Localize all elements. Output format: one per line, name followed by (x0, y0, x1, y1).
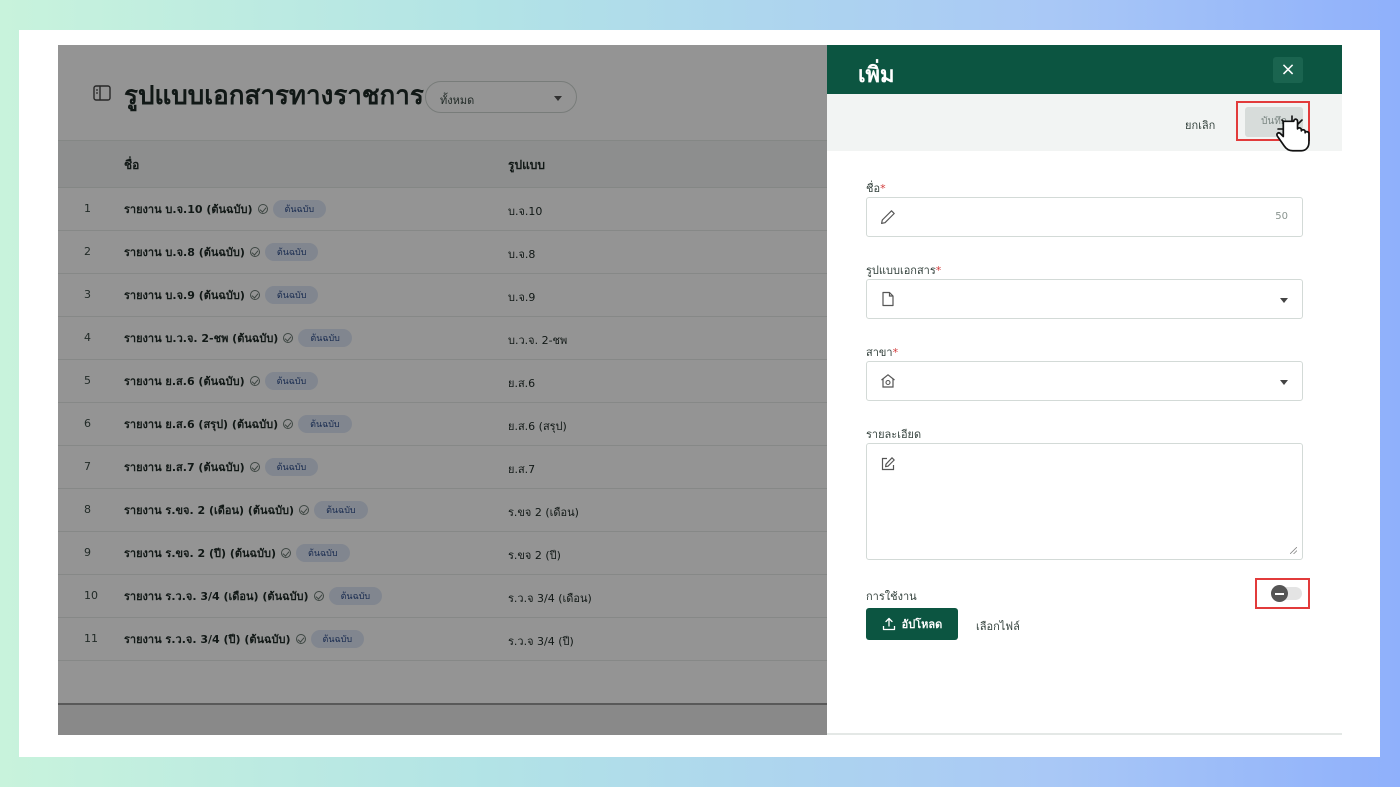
drawer-bottom-border (827, 733, 1342, 735)
branch-select[interactable] (866, 361, 1303, 401)
branch-label-text: สาขา (866, 346, 893, 359)
drawer-action-bar: ยกเลิก บันทึก (827, 94, 1342, 152)
choose-file-button[interactable]: เลือกไฟล์ (976, 617, 1020, 635)
chevron-down-icon (1280, 380, 1288, 385)
pencil-icon (881, 210, 895, 224)
cancel-button[interactable]: ยกเลิก (1185, 116, 1215, 134)
name-label-text: ชื่อ (866, 182, 881, 195)
app-screen: รูปแบบเอกสารทางราชการ ทั้งหมด ชื่อ รูปแบ… (58, 45, 1342, 735)
document-format-select[interactable] (866, 279, 1303, 319)
details-textarea[interactable] (866, 443, 1303, 560)
resize-grip-icon[interactable] (1290, 547, 1297, 554)
document-format-label-text: รูปแบบเอกสาร (866, 264, 936, 277)
document-icon (882, 291, 894, 307)
drawer-title: เพิ่ม (858, 63, 895, 88)
required-mark: * (880, 182, 886, 195)
details-field-label: รายละเอียด (866, 428, 922, 441)
close-icon: × (1280, 59, 1296, 80)
required-mark: * (892, 346, 899, 359)
character-counter: 50 (1275, 211, 1288, 222)
edit-icon (881, 457, 895, 471)
name-field[interactable]: 50 (866, 197, 1303, 237)
upload-button-label: อัปโหลด (901, 618, 943, 631)
modal-overlay[interactable] (58, 45, 828, 735)
required-mark: * (935, 264, 942, 277)
drawer-header: เพิ่ม × (827, 45, 1342, 94)
close-button[interactable]: × (1273, 57, 1303, 83)
hand-pointer-icon (1276, 115, 1310, 152)
upload-button[interactable]: อัปโหลด (866, 608, 958, 640)
name-field-label: ชื่อ* (866, 179, 886, 197)
upload-icon (882, 617, 895, 631)
usage-label: การใช้งาน (866, 590, 917, 603)
toggle-highlight-box (1255, 578, 1310, 609)
add-drawer: เพิ่ม × ยกเลิก บันทึก ชื่อ* 50 รูปแบบเอก… (827, 45, 1342, 735)
document-format-field-label: รูปแบบเอกสาร* (866, 261, 941, 279)
chevron-down-icon (1280, 298, 1288, 303)
branch-field-label: สาขา* (866, 343, 898, 361)
branch-icon (881, 374, 895, 388)
